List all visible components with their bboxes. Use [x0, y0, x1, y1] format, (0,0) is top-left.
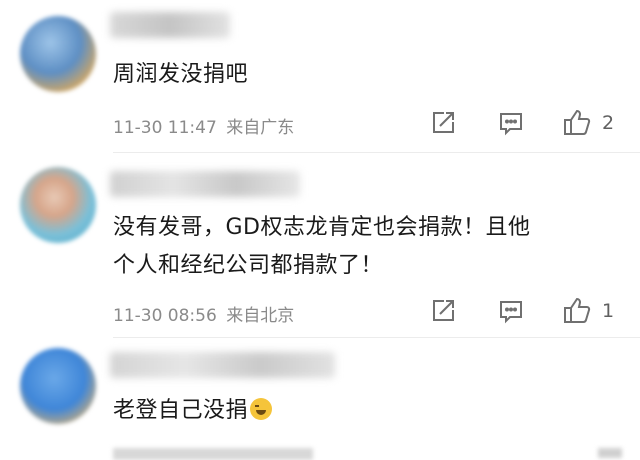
- avatar[interactable]: [20, 348, 96, 424]
- share-icon[interactable]: [430, 110, 456, 136]
- username[interactable]: [110, 12, 230, 38]
- thumbs-up-icon[interactable]: [562, 296, 592, 324]
- like-count: 2: [602, 112, 615, 134]
- username[interactable]: [110, 171, 300, 197]
- comment-text-line: 个人和经纪公司都捐款了！: [113, 253, 384, 278]
- comment-meta-cutoff: [113, 448, 313, 460]
- avatar[interactable]: [20, 167, 96, 243]
- comment-text: 老登自己没捐: [113, 392, 273, 430]
- laugh-cry-emoji: [250, 398, 273, 420]
- comment-meta: 11-30 11:47 来自广东: [113, 113, 294, 138]
- comment-icon[interactable]: [498, 299, 524, 325]
- username[interactable]: [110, 352, 335, 378]
- thumbs-up-icon[interactable]: [562, 108, 592, 136]
- comment-meta: 11-30 08:56 来自北京: [113, 301, 294, 326]
- avatar[interactable]: [20, 16, 96, 92]
- comment-location: 来自北京: [226, 306, 295, 326]
- comment-item: 老登自己没捐: [0, 338, 640, 460]
- comment-icon[interactable]: [498, 111, 524, 137]
- like-count: 1: [602, 300, 615, 322]
- comment-item: 周润发没捐吧 11-30 11:47 来自广东 2: [0, 0, 640, 150]
- comment-text: 周润发没捐吧: [113, 62, 249, 87]
- comment-time: 11-30 08:56: [113, 306, 217, 326]
- action-cutoff: [598, 448, 622, 458]
- comment-item: 没有发哥，GD权志龙肯定也会捐款！且他 个人和经纪公司都捐款了！ 11-30 0…: [0, 153, 640, 333]
- share-icon[interactable]: [430, 298, 456, 324]
- comment-text-content: 老登自己没捐: [113, 398, 249, 423]
- comment-text-line: 没有发哥，GD权志龙肯定也会捐款！且他: [113, 215, 531, 240]
- comment-location: 来自广东: [226, 118, 295, 138]
- comment-time: 11-30 11:47: [113, 118, 217, 138]
